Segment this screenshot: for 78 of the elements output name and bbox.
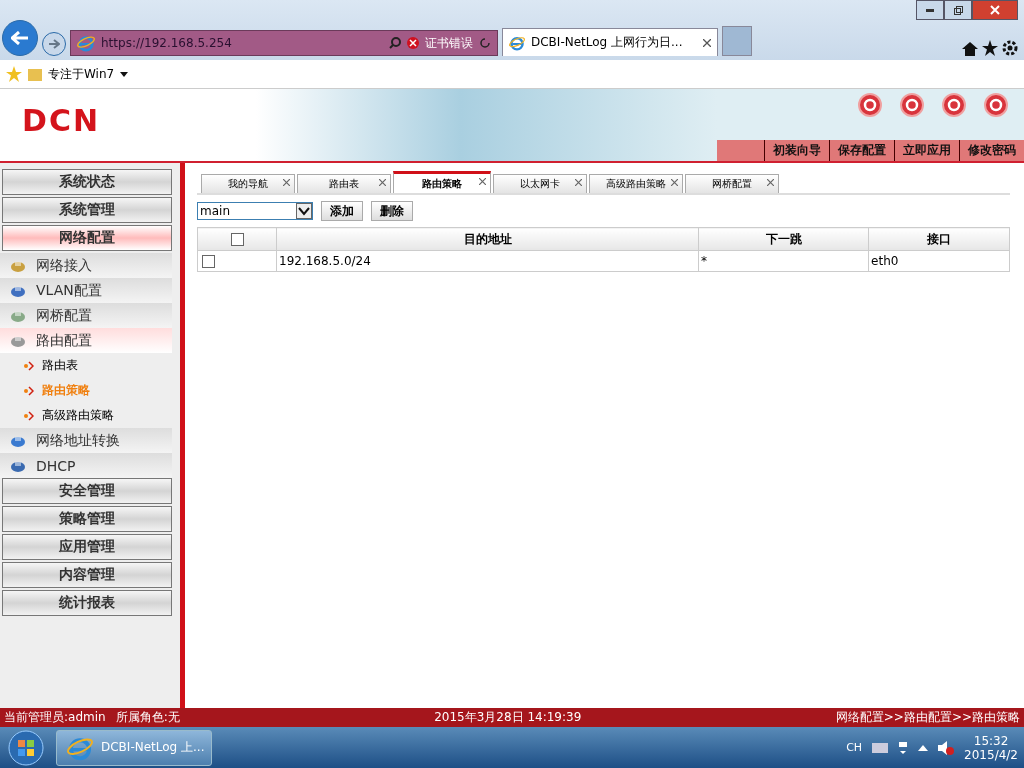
close-icon[interactable]	[671, 179, 678, 186]
menu-group[interactable]: 策略管理	[2, 506, 172, 532]
menu-group[interactable]: 网络配置	[2, 225, 172, 251]
ie-icon	[509, 34, 525, 51]
toolbar-button[interactable]: 删除	[371, 201, 413, 221]
ie-icon	[77, 34, 95, 52]
arrow-right-icon	[48, 39, 60, 49]
address-bar[interactable]: https://192.168.5.254 证书错误	[70, 30, 498, 56]
speaker-muted-icon[interactable]	[938, 740, 955, 755]
clock-date[interactable]: 2015/4/2	[964, 747, 1018, 762]
menu-item[interactable]: 路由配置	[0, 328, 172, 353]
menu-group[interactable]: 安全管理	[2, 478, 172, 504]
close-icon[interactable]	[575, 179, 582, 186]
bullet-icon	[24, 385, 34, 396]
column-header: 目的地址	[276, 227, 699, 251]
checkbox[interactable]	[202, 255, 215, 268]
datetime: 2015年3月28日 14:19:39	[434, 709, 582, 726]
back-button[interactable]	[2, 20, 38, 56]
table-select[interactable]: main	[197, 202, 313, 220]
column-header: 接口	[868, 227, 1010, 251]
menu-item[interactable]: 网络接入	[0, 253, 172, 278]
settings-icon[interactable]	[1002, 40, 1018, 56]
menu-item[interactable]: 网络地址转换	[0, 428, 172, 453]
menu-item[interactable]: 网桥配置	[0, 303, 172, 328]
role-label: 所属角色:无	[115, 709, 180, 726]
minimize-icon[interactable]	[926, 8, 934, 12]
table-cell: eth0	[868, 250, 1010, 272]
menu-item[interactable]: DHCP	[0, 453, 172, 478]
menu-group[interactable]: 系统管理	[2, 197, 172, 223]
table-cell: *	[698, 250, 869, 272]
column-header: 下一跳	[698, 227, 869, 251]
clock-time[interactable]: 15:32	[973, 733, 1009, 748]
dropdown-icon[interactable]	[296, 203, 312, 219]
menu-group[interactable]: 内容管理	[2, 562, 172, 588]
checkbox[interactable]	[230, 233, 244, 246]
submenu-item[interactable]: 高级路由策略	[0, 403, 172, 428]
table-cell: 192.168.5.0/24	[276, 250, 699, 272]
keyboard-icon[interactable]	[872, 742, 889, 753]
start-button[interactable]	[6, 728, 46, 767]
menu-item[interactable]: VLAN配置	[0, 278, 172, 303]
tab[interactable]: 网桥配置	[685, 174, 779, 193]
close-icon[interactable]	[283, 179, 290, 186]
bullet-icon	[24, 410, 34, 421]
close-icon[interactable]	[479, 178, 486, 185]
header-link[interactable]: 修改密码	[959, 140, 1024, 161]
tab[interactable]: 路由表	[297, 174, 391, 193]
search-icon[interactable]	[389, 37, 401, 49]
tab[interactable]: 我的导航	[201, 174, 295, 193]
favorite-link[interactable]: 专注于Win7	[48, 65, 115, 83]
tab[interactable]: 路由策略	[393, 171, 491, 193]
browser-tab[interactable]: DCBI-NetLog 上网行为日...	[502, 28, 718, 56]
restore-icon[interactable]	[953, 5, 963, 15]
certificate-error[interactable]: 证书错误	[425, 34, 473, 52]
forward-button[interactable]	[42, 32, 66, 56]
language-indicator[interactable]: CH	[846, 741, 863, 754]
close-icon[interactable]	[703, 38, 711, 47]
submenu-item[interactable]: 路由表	[0, 353, 172, 378]
logo: DCN	[22, 103, 101, 138]
star-icon[interactable]	[6, 66, 22, 82]
toolbar-button[interactable]: 添加	[321, 201, 363, 221]
menu-group[interactable]: 系统状态	[2, 169, 172, 195]
header-link[interactable]: 保存配置	[829, 140, 894, 161]
tab[interactable]: 以太网卡	[493, 174, 587, 193]
admin-label: 当前管理员:admin	[4, 709, 106, 726]
bullet-icon	[24, 360, 34, 371]
arrow-left-icon	[11, 31, 29, 45]
star-icon[interactable]	[982, 40, 998, 56]
header-link[interactable]: 立即应用	[894, 140, 959, 161]
close-icon[interactable]	[767, 179, 774, 186]
header-link[interactable]: 初装向导	[764, 140, 829, 161]
menu-group[interactable]: 统计报表	[2, 590, 172, 616]
folder-icon	[28, 67, 42, 81]
close-icon[interactable]	[379, 179, 386, 186]
breadcrumb: 网络配置>>路由配置>>路由策略	[835, 709, 1020, 726]
caret-icon[interactable]	[120, 71, 129, 77]
error-icon	[407, 37, 419, 49]
menu-group[interactable]: 应用管理	[2, 534, 172, 560]
tab[interactable]: 高级路由策略	[589, 174, 683, 193]
